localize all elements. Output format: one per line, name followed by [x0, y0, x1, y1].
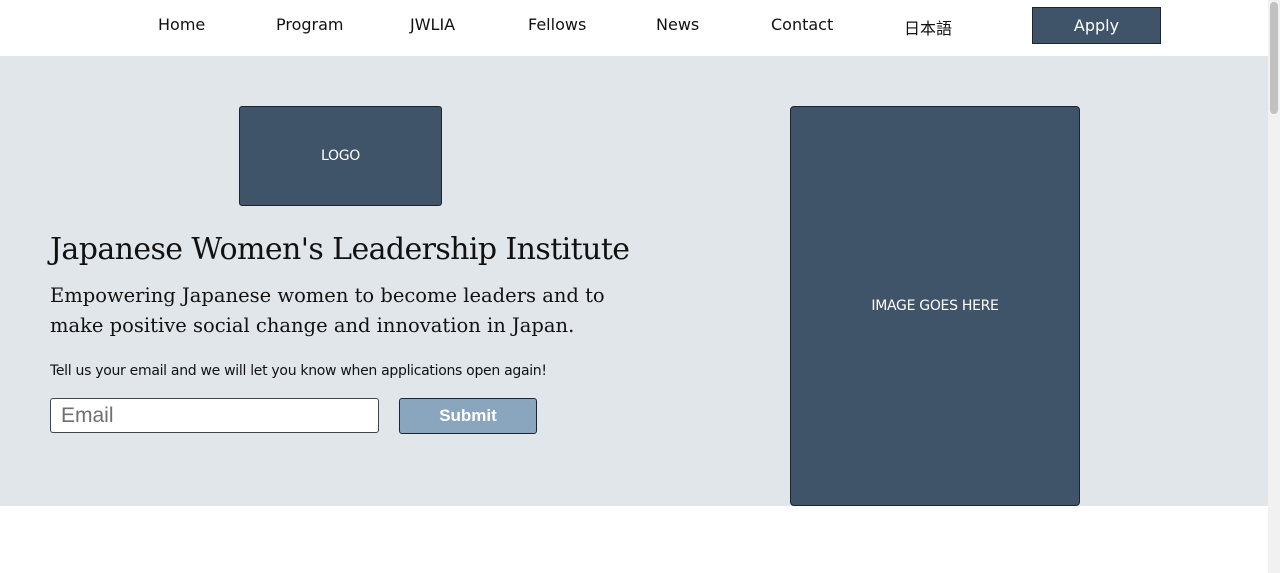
nav-link-home[interactable]: Home [158, 15, 205, 34]
email-input[interactable] [50, 398, 379, 433]
page-scrollbar[interactable] [1268, 0, 1280, 573]
nav-link-japanese[interactable]: 日本語 [904, 15, 952, 39]
nav-link-jwlia[interactable]: JWLIA [410, 15, 455, 34]
nav-link-program[interactable]: Program [276, 15, 344, 34]
hero-section: LOGO Japanese Women's Leadership Institu… [0, 56, 1268, 506]
nav-link-news[interactable]: News [656, 15, 699, 34]
top-navigation: Home Program JWLIA Fellows News Contact … [0, 0, 1268, 56]
image-placeholder: IMAGE GOES HERE [790, 106, 1080, 506]
page-subtitle: Empowering Japanese women to become lead… [50, 284, 605, 337]
submit-button[interactable]: Submit [399, 398, 537, 434]
nav-link-contact[interactable]: Contact [771, 15, 833, 34]
apply-button[interactable]: Apply [1032, 7, 1161, 44]
nav-link-fellows[interactable]: Fellows [528, 15, 586, 34]
page-title: Japanese Women's Leadership Institute [50, 232, 630, 267]
signup-prompt: Tell us your email and we will let you k… [50, 363, 547, 379]
scrollbar-thumb[interactable] [1270, 2, 1278, 114]
logo-placeholder: LOGO [239, 106, 442, 206]
